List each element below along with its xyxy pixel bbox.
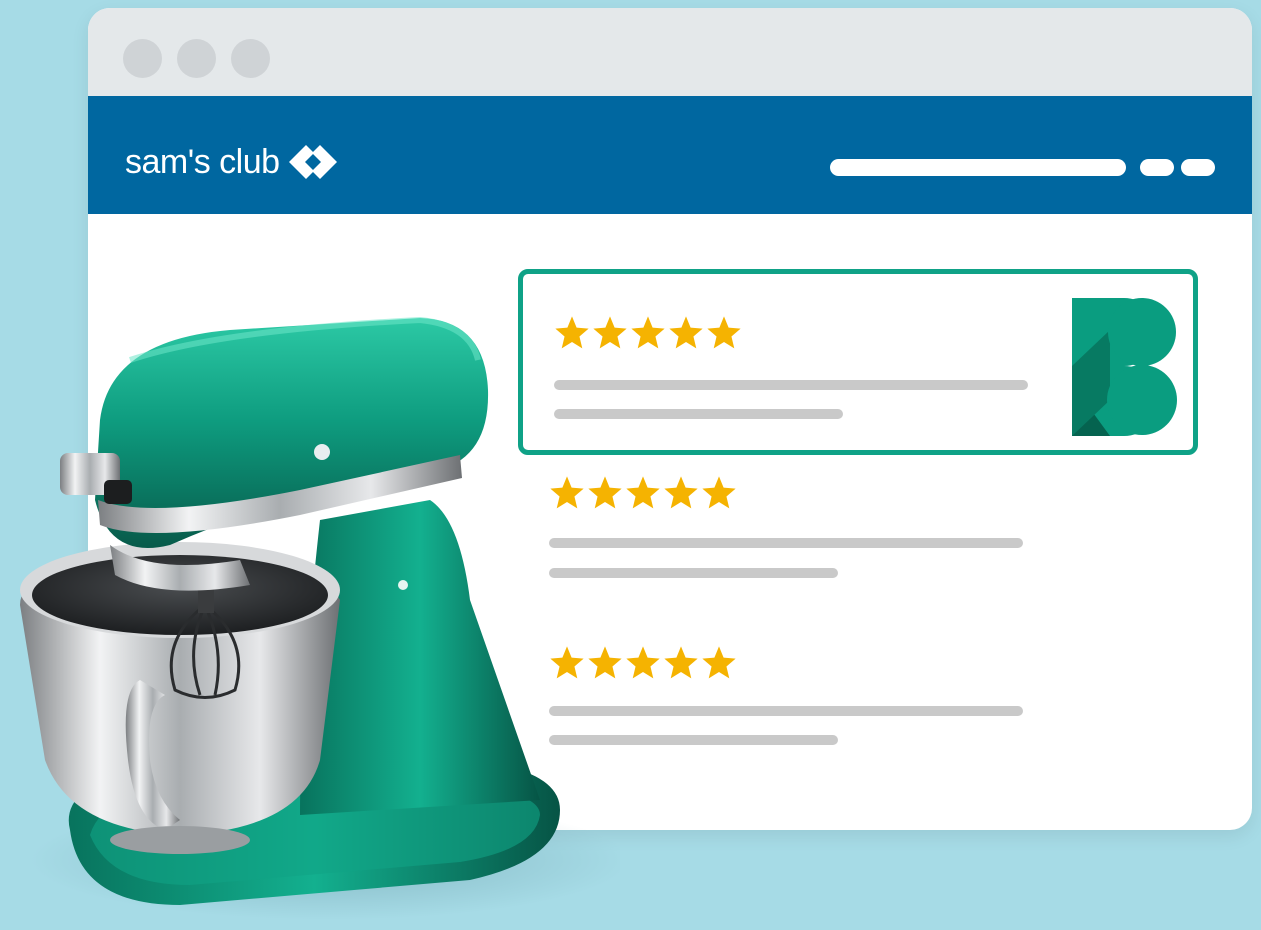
star-icon — [702, 646, 736, 679]
search-bar-placeholder[interactable] — [830, 159, 1126, 176]
star-icon — [702, 476, 736, 509]
review-text-placeholder — [554, 380, 1028, 390]
b-logo-icon — [1072, 298, 1177, 436]
review-text-placeholder — [549, 538, 1023, 548]
star-icon — [626, 476, 660, 509]
star-icon — [664, 476, 698, 509]
star-icon — [669, 316, 703, 349]
review-card[interactable] — [518, 436, 1198, 622]
stand-mixer-image — [20, 316, 620, 920]
review-card-featured[interactable] — [518, 269, 1198, 455]
star-icon — [626, 646, 660, 679]
star-icon — [707, 316, 741, 349]
star-icon — [631, 316, 665, 349]
star-icon — [664, 646, 698, 679]
menu-dash[interactable] — [1181, 159, 1215, 176]
menu-dash[interactable] — [1140, 159, 1174, 176]
review-card[interactable] — [518, 608, 1198, 794]
review-text-placeholder — [549, 706, 1023, 716]
